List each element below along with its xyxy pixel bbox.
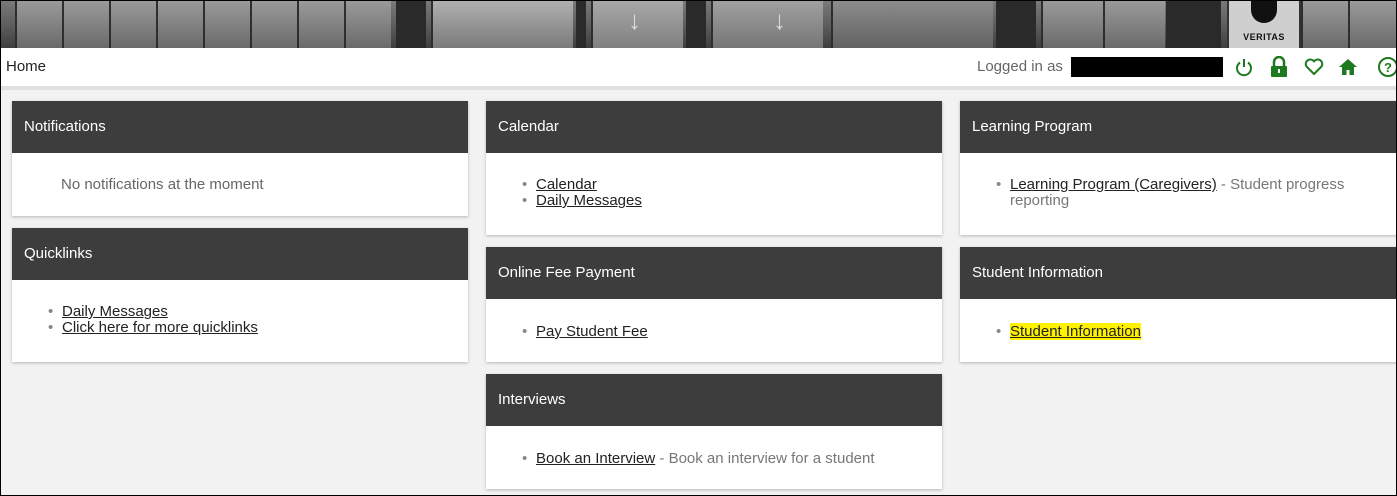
page-frame: ↓ ↓ VERITAS Home Logged in as ? Notifica… [0, 0, 1397, 496]
daily-messages-link[interactable]: Daily Messages [536, 192, 642, 209]
student-information-card: Student Information Student Information [960, 247, 1396, 362]
daily-messages-link[interactable]: Daily Messages [62, 303, 168, 320]
banner-arrow-icon: ↓ [773, 5, 786, 35]
header-banner: ↓ ↓ VERITAS [1, 1, 1396, 48]
notifications-card: Notifications No notifications at the mo… [12, 101, 468, 216]
redacted-username [1071, 57, 1223, 77]
learning-program-card: Learning Program Learning Program (Careg… [960, 101, 1396, 235]
quicklinks-card: Quicklinks Daily Messages Click here for… [12, 228, 468, 362]
interviews-card: Interviews Book an Interview - Book an i… [486, 374, 942, 489]
book-interview-link[interactable]: Book an Interview [536, 450, 655, 467]
list-item: Click here for more quicklinks [48, 319, 468, 337]
online-fee-payment-card: Online Fee Payment Pay Student Fee [486, 247, 942, 362]
pay-student-fee-link[interactable]: Pay Student Fee [536, 323, 648, 340]
learning-program-link[interactable]: Learning Program (Caregivers) [1010, 176, 1217, 193]
banner-arrow-icon: ↓ [628, 5, 641, 35]
lock-icon[interactable] [1268, 53, 1290, 81]
shield-icon [1251, 1, 1277, 23]
card-title: Online Fee Payment [486, 247, 942, 299]
veritas-logo: VERITAS [1227, 1, 1301, 48]
logo-text: VERITAS [1243, 32, 1285, 42]
interview-description: - Book an interview for a student [655, 450, 875, 467]
list-item: Daily Messages [522, 192, 942, 210]
list-item: Pay Student Fee [522, 323, 942, 341]
list-item: Book an Interview - Book an interview fo… [522, 450, 942, 468]
card-title: Notifications [12, 101, 468, 153]
heart-icon[interactable] [1303, 53, 1325, 81]
calendar-card: Calendar Calendar Daily Messages [486, 101, 942, 235]
card-title: Learning Program [960, 101, 1396, 153]
help-icon[interactable]: ? [1377, 53, 1396, 81]
notifications-empty-text: No notifications at the moment [61, 176, 264, 193]
top-bar: Home Logged in as ? [1, 48, 1396, 90]
student-information-link[interactable]: Student Information [1010, 323, 1141, 340]
card-title: Calendar [486, 101, 942, 153]
list-item: Student Information [996, 323, 1396, 340]
calendar-link[interactable]: Calendar [536, 176, 597, 193]
breadcrumb[interactable]: Home [6, 58, 46, 75]
home-icon[interactable] [1337, 53, 1359, 81]
svg-text:?: ? [1384, 60, 1392, 75]
list-item: Learning Program (Caregivers) - Student … [996, 176, 1396, 209]
card-title: Quicklinks [12, 228, 468, 280]
logged-in-label: Logged in as [977, 58, 1063, 75]
list-item: Calendar [522, 176, 942, 194]
card-title: Student Information [960, 247, 1396, 299]
more-quicklinks-link[interactable]: Click here for more quicklinks [62, 319, 258, 336]
card-title: Interviews [486, 374, 942, 426]
list-item: Daily Messages [48, 303, 468, 321]
power-icon[interactable] [1233, 53, 1255, 81]
